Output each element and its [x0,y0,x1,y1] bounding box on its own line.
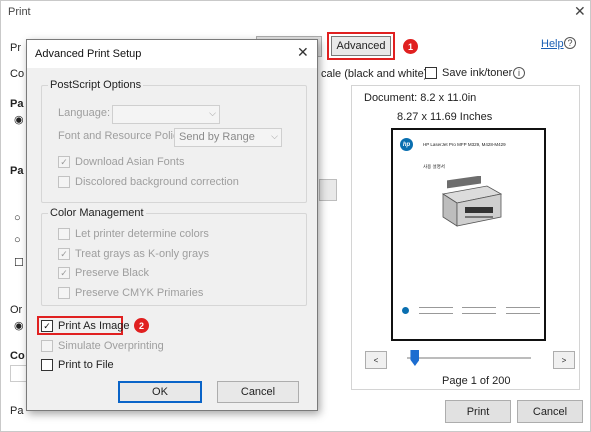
preview-page: hp HP LaserJet Pro MFP M329, M428-M429 사… [391,128,546,341]
dialog-cancel-button[interactable]: Cancel [217,381,299,403]
preview-page-footer [402,303,540,317]
radio-sliver-icon[interactable]: ◉ [14,113,24,126]
preserve-cmyk-primaries-checkbox[interactable]: Preserve CMYK Primaries [58,287,203,299]
radio-sliver-icon[interactable]: ○ [14,212,21,224]
checkbox-icon[interactable] [41,359,53,371]
checkbox-icon[interactable] [425,67,437,79]
advanced-button-highlight[interactable]: Advanced [327,32,395,60]
checkbox-sliver-icon[interactable]: ☐ [14,256,24,269]
preserve-cmyk-primaries-label: Preserve CMYK Primaries [75,287,204,299]
print-button[interactable]: Print [445,400,511,423]
orientation-label-sliver: Or [10,304,23,316]
footer-text-lines [462,306,497,314]
pages-section-sliver: Pa [10,98,24,110]
print-window-title: Print [8,6,31,18]
info-icon[interactable]: i [513,67,525,79]
let-printer-determine-colors-checkbox[interactable]: Let printer determine colors [58,228,209,240]
radio-sliver-icon[interactable]: ◉ [14,319,24,332]
checkbox-icon[interactable]: ✓ [58,156,70,168]
document-size-label: Document: 8.2 x 11.0in [364,92,477,104]
printer-label-sliver: Pr [10,42,21,54]
help-link[interactable]: Help [541,38,564,50]
checkbox-icon[interactable] [58,176,70,188]
font-resource-policy-label: Font and Resource Policy: [58,130,188,142]
page-counter: Page 1 of 200 [442,375,511,387]
print-to-file-checkbox[interactable]: Print to File [41,359,114,371]
font-resource-policy-value: Send by Range [179,131,255,143]
color-management-legend: Color Management [48,207,146,219]
print-as-image-label: Print As Image [58,320,130,332]
let-printer-determine-colors-label: Let printer determine colors [75,228,209,240]
language-label: Language: [58,107,110,119]
treat-grays-k-only-checkbox[interactable]: ✓ Treat grays as K-only grays [58,248,209,260]
color-management-group: Color Management Let printer determine c… [41,207,307,306]
chevron-down-icon: ⌵ [209,108,216,118]
download-asian-fonts-label: Download Asian Fonts [75,156,185,168]
advanced-print-setup-dialog: Advanced Print Setup ✕ PostScript Option… [26,39,318,411]
printer-illustration-icon [441,176,503,227]
dialog-close-icon[interactable]: ✕ [297,44,309,61]
dialog-title: Advanced Print Setup [35,48,142,60]
postscript-options-legend: PostScript Options [48,79,144,91]
discolored-background-label: Discolored background correction [75,176,239,188]
checkbox-icon[interactable]: ✓ [58,248,70,260]
copies-label-sliver: Co [10,68,25,80]
next-page-button[interactable]: > [553,351,575,369]
preserve-black-checkbox[interactable]: ✓ Preserve Black [58,267,149,279]
footer-logo-icon [402,306,409,314]
font-resource-policy-dropdown[interactable]: Send by Range ⌵ [174,128,282,147]
comments-section-sliver: Co [10,350,25,362]
hp-logo-icon: hp [400,138,413,151]
checkbox-icon[interactable] [58,287,70,299]
footer-text-lines [418,306,453,314]
checkbox-icon[interactable]: ✓ [41,320,53,332]
download-asian-fonts-checkbox[interactable]: ✓ Download Asian Fonts [58,156,184,168]
preview-page-subtitle: 사용 설명서 [423,164,445,169]
previous-page-button[interactable]: < [365,351,387,369]
preserve-black-label: Preserve Black [75,267,149,279]
language-dropdown[interactable]: ⌵ [112,105,220,124]
grayscale-label: cale (black and white) [321,68,428,80]
print-as-image-checkbox[interactable]: ✓ Print As Image [41,320,130,332]
chevron-down-icon: ⌵ [271,131,278,141]
footer-text-lines [505,306,540,314]
ok-button[interactable]: OK [118,381,202,403]
cancel-button[interactable]: Cancel [517,400,583,423]
simulate-overprinting-checkbox[interactable]: Simulate Overprinting [41,340,164,352]
page-setup-button-sliver[interactable]: Pa [10,405,23,417]
checkbox-icon[interactable]: ✓ [58,267,70,279]
discolored-background-checkbox[interactable]: Discolored background correction [58,176,239,188]
close-icon[interactable]: ✕ [574,3,586,20]
simulate-overprinting-label: Simulate Overprinting [58,340,164,352]
annotation-badge-1: 1 [403,39,418,54]
print-to-file-label: Print to File [58,359,114,371]
preview-page-title: HP LaserJet Pro MFP M329, M428-M429 [423,142,506,147]
treat-grays-k-only-label: Treat grays as K-only grays [75,248,210,260]
dialog-titlebar: Advanced Print Setup ✕ [27,40,317,68]
help-icon[interactable]: ? [564,37,576,49]
annotation-badge-2: 2 [134,318,149,333]
advanced-button[interactable]: Advanced [331,36,391,56]
postscript-options-group: PostScript Options Language: ⌵ Font and … [41,79,307,203]
checkbox-icon[interactable] [41,340,53,352]
page-sizing-section-sliver: Pa [10,165,24,177]
page-slider-track[interactable] [407,357,531,359]
save-ink-label: Save ink/toner [442,67,513,79]
save-ink-checkbox[interactable]: Save ink/toner [425,67,512,79]
checkbox-icon[interactable] [58,228,70,240]
radio-sliver-icon[interactable]: ○ [14,234,21,246]
paper-size-label: 8.27 x 11.69 Inches [397,111,493,123]
section-sliver-right [319,179,337,201]
